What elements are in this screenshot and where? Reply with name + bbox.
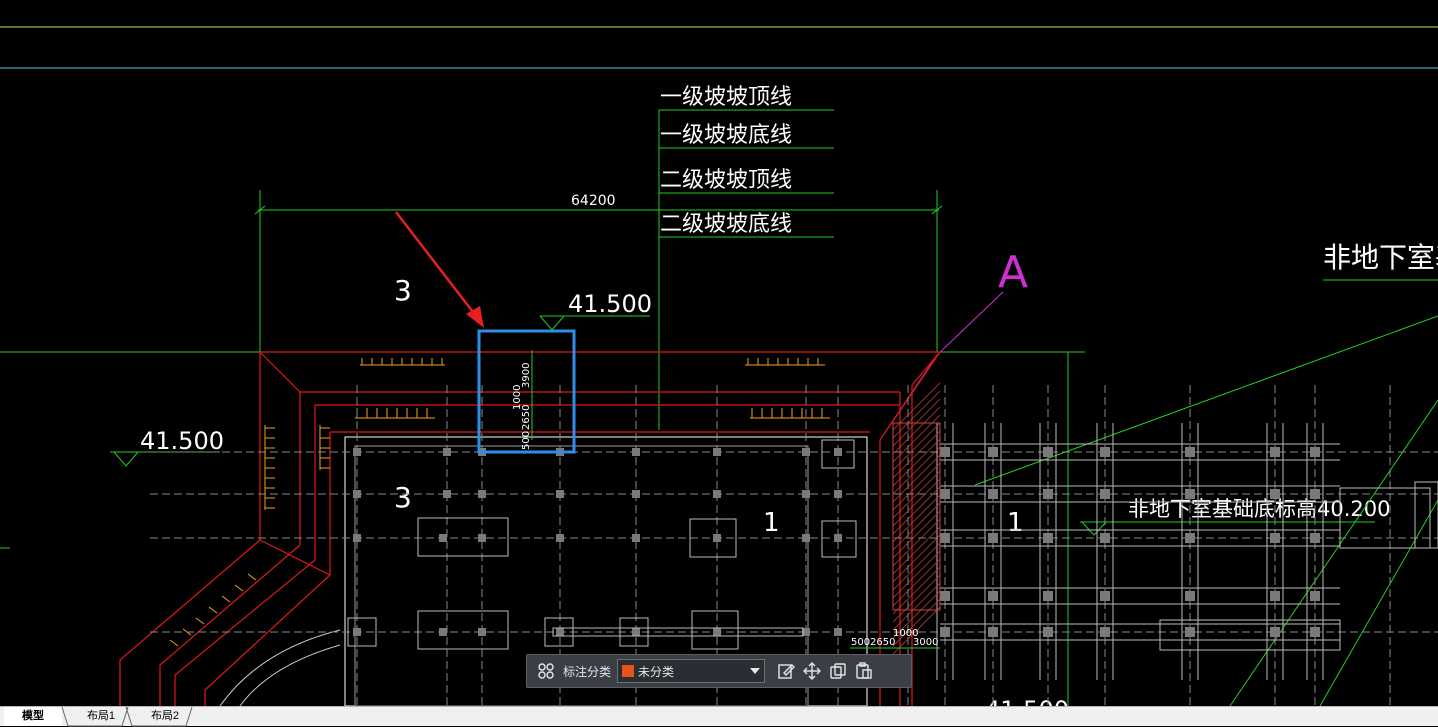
category-color-swatch [622,665,635,677]
dim-3900: 3900 [521,363,532,388]
legend-slope-1-top: 一级坡坡顶线 [660,85,792,110]
elevation-bottom: 41.500 [985,696,1069,706]
non-basement-elevation: 非地下室基础底标高40.200 [1128,497,1390,521]
tab-layout-1[interactable]: 布局1 [72,707,130,726]
tab-model[interactable]: 模型 [4,707,62,726]
legend-slope-2-bottom: 二级坡坡底线 [660,212,792,237]
annotation-category-select[interactable]: 未分类 [617,659,766,683]
grid-label-a: A [998,247,1028,298]
copy-icon[interactable] [825,658,851,684]
region-label-3-mid: 3 [394,481,412,514]
bottom-dim-3000: 3000 [913,637,938,648]
elevation-top: 41.500 [568,290,652,318]
edit-icon[interactable] [773,658,799,684]
legend-slope-1-bottom: 一级坡坡底线 [660,123,792,148]
red-arrow [395,211,484,328]
tab-layout-2[interactable]: 布局2 [136,707,194,726]
move-icon[interactable] [799,658,825,684]
layout-tab-bar: 模型 布局1 布局2 [0,706,1438,727]
annotation-category-label: 标注分类 [563,664,612,679]
chevron-down-icon [750,668,761,674]
elevation-left: 41.500 [140,427,224,455]
bottom-dim-500: 500 [851,637,870,648]
paste-icon[interactable] [851,658,877,684]
category-select-value: 未分类 [638,664,675,679]
dim-500: 500 [521,431,532,450]
dim-2650: 2650 [521,405,532,430]
non-basement-title: 非地下室基 [1323,241,1438,274]
grid-apps-icon[interactable] [533,658,559,684]
region-label-3-top: 3 [394,274,412,307]
region-label-1-right: 1 [1007,508,1024,538]
cad-drawing-canvas[interactable]: 一级坡坡顶线 一级坡坡底线 二级坡坡顶线 二级坡坡底线 64200 3 3 1 … [0,0,1438,706]
annotation-toolbar: 标注分类 未分类 [526,654,912,688]
legend-slope-2-top: 二级坡坡顶线 [660,168,792,193]
region-label-1-mid: 1 [763,508,780,538]
overall-dimension: 64200 [571,193,616,209]
bottom-dim-2650: 2650 [870,637,895,648]
